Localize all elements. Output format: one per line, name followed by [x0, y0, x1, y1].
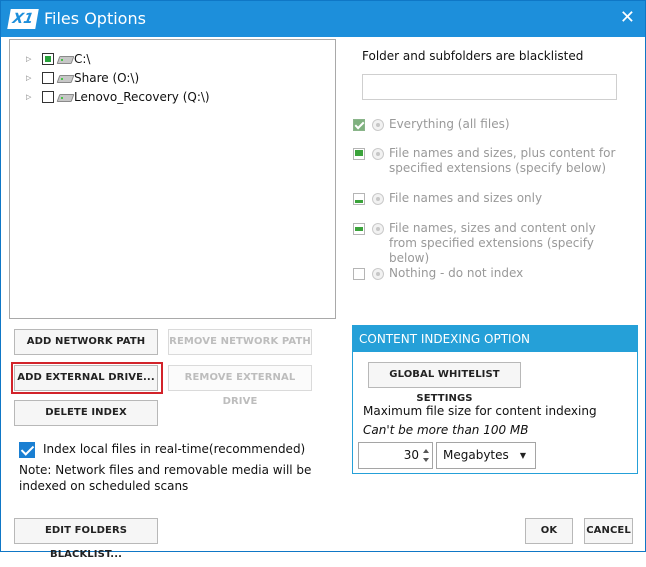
global-whitelist-settings-button[interactable]: GLOBAL WHITELIST SETTINGS	[368, 362, 521, 404]
panel-heading: CONTENT INDEXING OPTION	[353, 326, 637, 352]
realtime-index-checkbox[interactable]	[19, 442, 35, 458]
index-option-nothing[interactable]: Nothing - do not index	[353, 266, 619, 281]
close-icon[interactable]: ✕	[620, 8, 635, 28]
expand-arrow-icon[interactable]: ▷	[26, 69, 34, 87]
dropdown-arrow-icon: ▼	[519, 451, 526, 460]
option-radio[interactable]	[372, 148, 384, 160]
expand-arrow-icon[interactable]: ▷	[26, 88, 34, 106]
title-bar: X1 Files Options ✕	[1, 1, 645, 37]
tree-item-label: Lenovo_Recovery (Q:\)	[74, 90, 210, 104]
delete-index-button[interactable]: DELETE INDEX	[14, 400, 158, 426]
highlight-box	[11, 362, 163, 394]
option-label: File names, sizes and content only from …	[389, 221, 596, 265]
realtime-note: Note: Network files and removable media …	[19, 463, 312, 493]
index-level-icon	[353, 193, 365, 205]
max-file-size-hint: Can't be more than 100 MB	[363, 423, 529, 437]
option-label: File names and sizes only	[389, 191, 543, 205]
tree-item-checkbox[interactable]	[42, 91, 54, 103]
drive-icon	[58, 73, 72, 83]
edit-folders-blacklist-button[interactable]: EDIT FOLDERS BLACKLIST...	[14, 518, 158, 560]
index-option-specified-extensions[interactable]: File names, sizes and content only from …	[353, 221, 619, 266]
ok-button[interactable]: OK	[525, 518, 573, 544]
realtime-index-label: Index local files in real-time(recommend…	[43, 442, 306, 456]
tree-item-lenovo-recovery-drive[interactable]: ▷ Lenovo_Recovery (Q:\)	[10, 88, 210, 106]
option-radio[interactable]	[372, 119, 384, 131]
drive-tree: ▷ C:\ ▷ Share (O:\) ▷ Lenovo_Recovery (Q…	[9, 39, 336, 319]
option-label: Nothing - do not index	[389, 266, 524, 280]
files-options-dialog: X1 Files Options ✕ ▷ C:\ ▷ Share (O:\) ▷…	[0, 0, 646, 560]
remove-network-path-button[interactable]: REMOVE NETWORK PATH	[168, 329, 312, 355]
option-label: Everything (all files)	[389, 117, 510, 131]
add-network-path-button[interactable]: ADD NETWORK PATH	[14, 329, 158, 355]
index-option-everything[interactable]: Everything (all files)	[353, 117, 619, 132]
remove-external-drive-button[interactable]: REMOVE EXTERNAL DRIVE	[168, 365, 312, 407]
index-option-names-sizes-content[interactable]: File names and sizes, plus content for s…	[353, 146, 619, 176]
index-level-icon	[353, 119, 365, 131]
window-title: Files Options	[44, 9, 146, 28]
blacklist-field[interactable]	[362, 74, 617, 100]
index-level-icon	[353, 268, 365, 280]
drive-icon	[58, 92, 72, 102]
option-radio[interactable]	[372, 193, 384, 205]
x1-logo: X1	[7, 9, 39, 29]
index-level-icon	[353, 223, 365, 235]
option-radio[interactable]	[372, 268, 384, 280]
tree-item-c-drive[interactable]: ▷ C:\	[10, 50, 90, 68]
expand-arrow-icon[interactable]: ▷	[26, 50, 34, 68]
max-file-size-label: Maximum file size for content indexing	[363, 404, 597, 418]
size-unit-value: Megabytes	[443, 448, 509, 462]
spinner-arrows-icon[interactable]	[422, 445, 430, 466]
size-unit-dropdown[interactable]: Megabytes ▼	[436, 442, 536, 469]
option-radio[interactable]	[372, 223, 384, 235]
max-file-size-value: 30	[403, 448, 419, 462]
option-label: File names and sizes, plus content for s…	[389, 146, 616, 175]
tree-item-checkbox[interactable]	[42, 72, 54, 84]
content-indexing-panel: CONTENT INDEXING OPTION GLOBAL WHITELIST…	[352, 325, 638, 474]
max-file-size-input[interactable]: 30	[358, 442, 433, 469]
blacklist-label: Folder and subfolders are blacklisted	[362, 49, 584, 63]
drive-icon	[58, 54, 72, 64]
tree-item-label: C:\	[74, 52, 91, 66]
tree-item-label: Share (O:\)	[74, 71, 140, 85]
cancel-button[interactable]: CANCEL	[584, 518, 633, 544]
index-level-icon	[353, 148, 365, 160]
tree-item-share-drive[interactable]: ▷ Share (O:\)	[10, 69, 139, 87]
tree-item-checkbox[interactable]	[42, 53, 54, 65]
index-option-names-sizes-only[interactable]: File names and sizes only	[353, 191, 619, 206]
